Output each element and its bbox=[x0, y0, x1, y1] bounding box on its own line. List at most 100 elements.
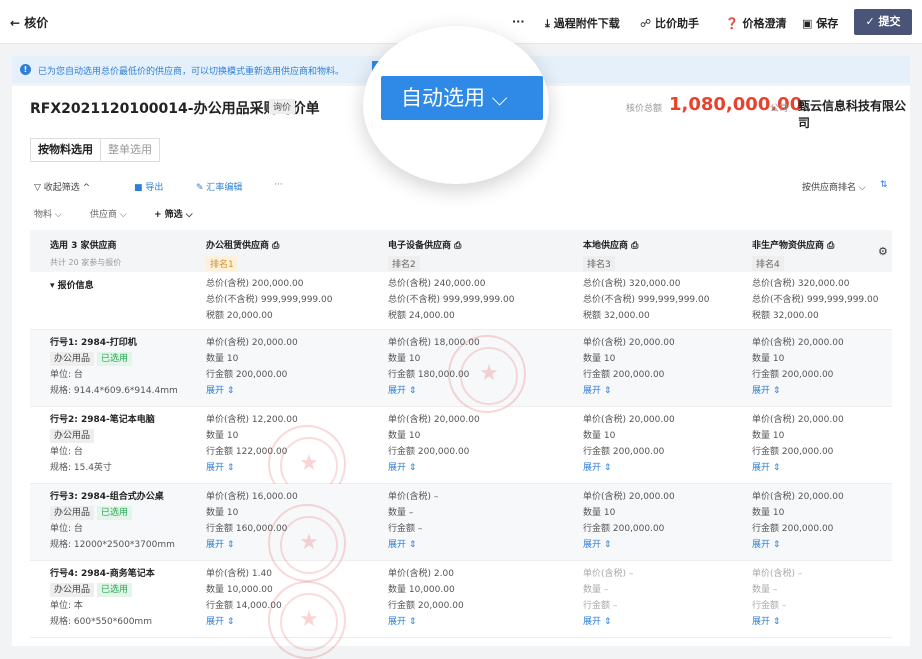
table-row: 行号2: 2984-笔记本电脑 办公用品 单位: 台 规格: 15.4英寸 ★ … bbox=[30, 407, 892, 503]
price-cell[interactable]: 单价(含税) 20,000.00 数量 10 行金额 200,000.00 展开… bbox=[752, 412, 844, 476]
expand-link[interactable]: 展开 ⇕ bbox=[583, 537, 675, 553]
supplier-header-2[interactable]: 电子设备供应商 ⎙ 排名2 bbox=[388, 238, 461, 271]
price-cell[interactable]: 单价(含税) 20,000.00 数量 10 行金额 200,000.00 展开… bbox=[752, 489, 844, 553]
row-title: 行号1: 2984-打印机 bbox=[50, 338, 137, 348]
expand-link[interactable]: 展开 ⇕ bbox=[583, 460, 675, 476]
rate-edit-button[interactable]: ✎ 汇率编辑 bbox=[196, 180, 242, 193]
table-header: 选用 3 家供应商 共计 20 家参与报价 办公租赁供应商 ⎙ 排名1 电子设备… bbox=[30, 230, 892, 272]
material-filter[interactable]: 物料 ⌵ bbox=[34, 207, 62, 220]
expand-link[interactable]: 展开 ⇕ bbox=[752, 383, 844, 399]
compare-assistant-button[interactable]: ☍ 比价助手 bbox=[640, 15, 699, 31]
price-cell[interactable]: 单价(含税) 20,000.00 数量 10 行金额 200,000.00 展开… bbox=[583, 489, 675, 553]
question-icon: ❓ bbox=[725, 17, 743, 30]
save-icon: ▣ bbox=[802, 17, 817, 30]
expand-link[interactable]: 展开 ⇕ bbox=[388, 383, 480, 399]
category-chip: 办公用品 bbox=[50, 583, 95, 597]
price-cell[interactable]: 单价(含税) 20,000.00 数量 10 行金额 200,000.00 展开… bbox=[752, 335, 844, 399]
back-button[interactable]: ← 核价 bbox=[10, 14, 48, 31]
price-cell[interactable]: 单价(含税) 20,000.00 数量 10 行金额 200,000.00 展开… bbox=[206, 335, 298, 399]
rank-badge: 排名2 bbox=[388, 256, 420, 271]
rank-badge: 排名4 bbox=[752, 256, 784, 271]
expand-link[interactable]: 展开 ⇕ bbox=[752, 614, 802, 630]
settings-gear-icon[interactable]: ⚙ bbox=[878, 245, 888, 258]
expand-link[interactable]: 展开 ⇕ bbox=[206, 614, 282, 630]
download-icon: ⤓ bbox=[545, 17, 554, 30]
expand-link[interactable]: 展开 ⇕ bbox=[752, 460, 844, 476]
tab-by-material[interactable]: 按物料选用 bbox=[31, 139, 101, 161]
export-button[interactable]: ■ 导出 bbox=[134, 180, 163, 193]
quote-info-row: ▾ 报价信息 总价(含税) 200,000.00 总价(不含税) 999,999… bbox=[30, 272, 892, 330]
rank-badge: 排名1 bbox=[206, 256, 238, 271]
supplier-header-1[interactable]: 办公租赁供应商 ⎙ 排名1 bbox=[206, 238, 279, 271]
sort-icon[interactable]: ⇅ bbox=[880, 180, 888, 190]
table-row: 行号3: 2984-组合式办公桌 办公用品 已选用 单位: 台 规格: 12000… bbox=[30, 484, 892, 582]
quote-info-toggle[interactable]: ▾ 报价信息 bbox=[50, 278, 94, 294]
price-cell[interactable]: 单价(含税) 20,000.00 数量 10 行金额 200,000.00 展开… bbox=[388, 412, 480, 476]
expand-link[interactable]: 展开 ⇕ bbox=[388, 460, 480, 476]
category-chip: 办公用品 bbox=[50, 429, 95, 443]
row-unit: 单位: 台 bbox=[50, 370, 83, 380]
inquiry-tag: 询价 bbox=[269, 99, 296, 114]
total-label: 核价总额 bbox=[626, 104, 663, 114]
quote-cell: 总价(含税) 200,000.00 总价(不含税) 999,999,999.00… bbox=[206, 279, 333, 321]
company-label: 公司 bbox=[770, 104, 789, 114]
row-spec: 规格: 600*550*600mm bbox=[50, 617, 152, 627]
company-name: 甄云信息科技有限公司 bbox=[798, 99, 907, 130]
expand-link[interactable]: 展开 ⇕ bbox=[388, 537, 438, 553]
auto-select-dropdown-button[interactable]: 自动选用 ⌵ bbox=[381, 76, 543, 120]
select-mode-tabs: 按物料选用 整单选用 bbox=[30, 138, 160, 162]
supplier-header-3[interactable]: 本地供应商 ⎙ 排名3 bbox=[583, 238, 638, 271]
save-button[interactable]: ▣ 保存 bbox=[802, 15, 838, 31]
supplier-filter[interactable]: 供应商 ⌵ bbox=[90, 207, 127, 220]
more-menu-button[interactable]: ··· bbox=[512, 15, 525, 28]
price-cell[interactable]: 单价(含税) – 数量 – 行金额 – 展开 ⇕ bbox=[752, 566, 802, 630]
price-cell[interactable]: 单价(含税) 20,000.00 数量 10 行金额 200,000.00 展开… bbox=[583, 335, 675, 399]
info-icon: ! bbox=[20, 64, 31, 75]
row-unit: 单位: 台 bbox=[50, 524, 83, 534]
magnifier-overlay: 自动选用 ⌵ bbox=[363, 26, 549, 184]
expand-link[interactable]: 展开 ⇕ bbox=[206, 383, 298, 399]
supplier-header-4[interactable]: 非生产物资供应商 ⎙ 排名4 bbox=[752, 238, 834, 271]
expand-link[interactable]: 展开 ⇕ bbox=[583, 614, 633, 630]
price-cell[interactable]: 单价(含税) 2.00 数量 10,000.00 行金额 20,000.00 展… bbox=[388, 566, 464, 630]
expand-link[interactable]: 展开 ⇕ bbox=[388, 614, 464, 630]
table-row: 行号1: 2984-打印机 办公用品 已选用 单位: 台 规格: 914.4*60… bbox=[30, 330, 892, 413]
expand-link[interactable]: 展开 ⇕ bbox=[752, 537, 844, 553]
price-cell[interactable]: 单价(含税) – 数量 – 行金额 – 展开 ⇕ bbox=[388, 489, 438, 553]
row-title: 行号4: 2984-商务笔记本 bbox=[50, 569, 155, 579]
people-icon: ☍ bbox=[640, 17, 655, 30]
download-attachments-button[interactable]: ⤓ 過程附件下载 bbox=[545, 15, 620, 31]
price-cell[interactable]: 单价(含税) 18,000.00 数量 10 行金额 180,000.00 展开… bbox=[388, 335, 480, 399]
row-spec: 规格: 15.4英寸 bbox=[50, 463, 112, 473]
sort-dropdown[interactable]: 按供应商排名 ⌵ bbox=[802, 180, 866, 193]
expand-link[interactable]: 展开 ⇕ bbox=[206, 537, 298, 553]
select-count-header: 选用 3 家供应商 共计 20 家参与报价 bbox=[50, 241, 122, 267]
price-cell[interactable]: 单价(含税) 16,000.00 数量 10 行金额 160,000.00 展开… bbox=[206, 489, 298, 553]
expand-link[interactable]: 展开 ⇕ bbox=[583, 383, 675, 399]
row-spec: 规格: 12000*2500*3700mm bbox=[50, 540, 175, 550]
more-filter-button[interactable]: ··· bbox=[274, 180, 283, 190]
expand-link[interactable]: 展开 ⇕ bbox=[206, 460, 298, 476]
selected-chip: 已选用 bbox=[97, 352, 133, 366]
price-cell[interactable]: 单价(含税) 1.40 数量 10,000.00 行金额 14,000.00 展… bbox=[206, 566, 282, 630]
selected-chip: 已选用 bbox=[97, 583, 133, 597]
price-cell[interactable]: 单价(含税) – 数量 – 行金额 – 展开 ⇕ bbox=[583, 566, 633, 630]
price-clarify-button[interactable]: ❓ 价格澄清 bbox=[725, 15, 787, 31]
row-title: 行号2: 2984-笔记本电脑 bbox=[50, 415, 155, 425]
rank-badge: 排名3 bbox=[583, 256, 615, 271]
category-chip: 办公用品 bbox=[50, 506, 95, 520]
row-spec: 规格: 914.4*609.6*914.4mm bbox=[50, 386, 178, 396]
price-cell[interactable]: 单价(含税) 12,200.00 数量 10 行金额 122,000.00 展开… bbox=[206, 412, 298, 476]
quote-cell: 总价(含税) 320,000.00 总价(不含税) 999,999,999.00… bbox=[583, 279, 710, 321]
add-filter-button[interactable]: + 筛选 ⌵ bbox=[154, 207, 193, 220]
table-row: 行号4: 2984-商务笔记本 办公用品 已选用 单位: 本 规格: 600*55… bbox=[30, 561, 892, 659]
submit-button[interactable]: ✓ 提交 bbox=[854, 9, 912, 35]
tab-whole-order[interactable]: 整单选用 bbox=[101, 139, 159, 161]
category-chip: 办公用品 bbox=[50, 352, 95, 366]
price-cell[interactable]: 单价(含税) 20,000.00 数量 10 行金额 200,000.00 展开… bbox=[583, 412, 675, 476]
row-unit: 单位: 台 bbox=[50, 447, 83, 457]
quote-cell: 总价(含税) 320,000.00 总价(不含税) 999,999,999.00… bbox=[752, 279, 879, 321]
row-title: 行号3: 2984-组合式办公桌 bbox=[50, 492, 164, 502]
collapse-filter-button[interactable]: ▽ 收起筛选 ^ bbox=[34, 180, 90, 193]
selected-chip: 已选用 bbox=[97, 506, 133, 520]
